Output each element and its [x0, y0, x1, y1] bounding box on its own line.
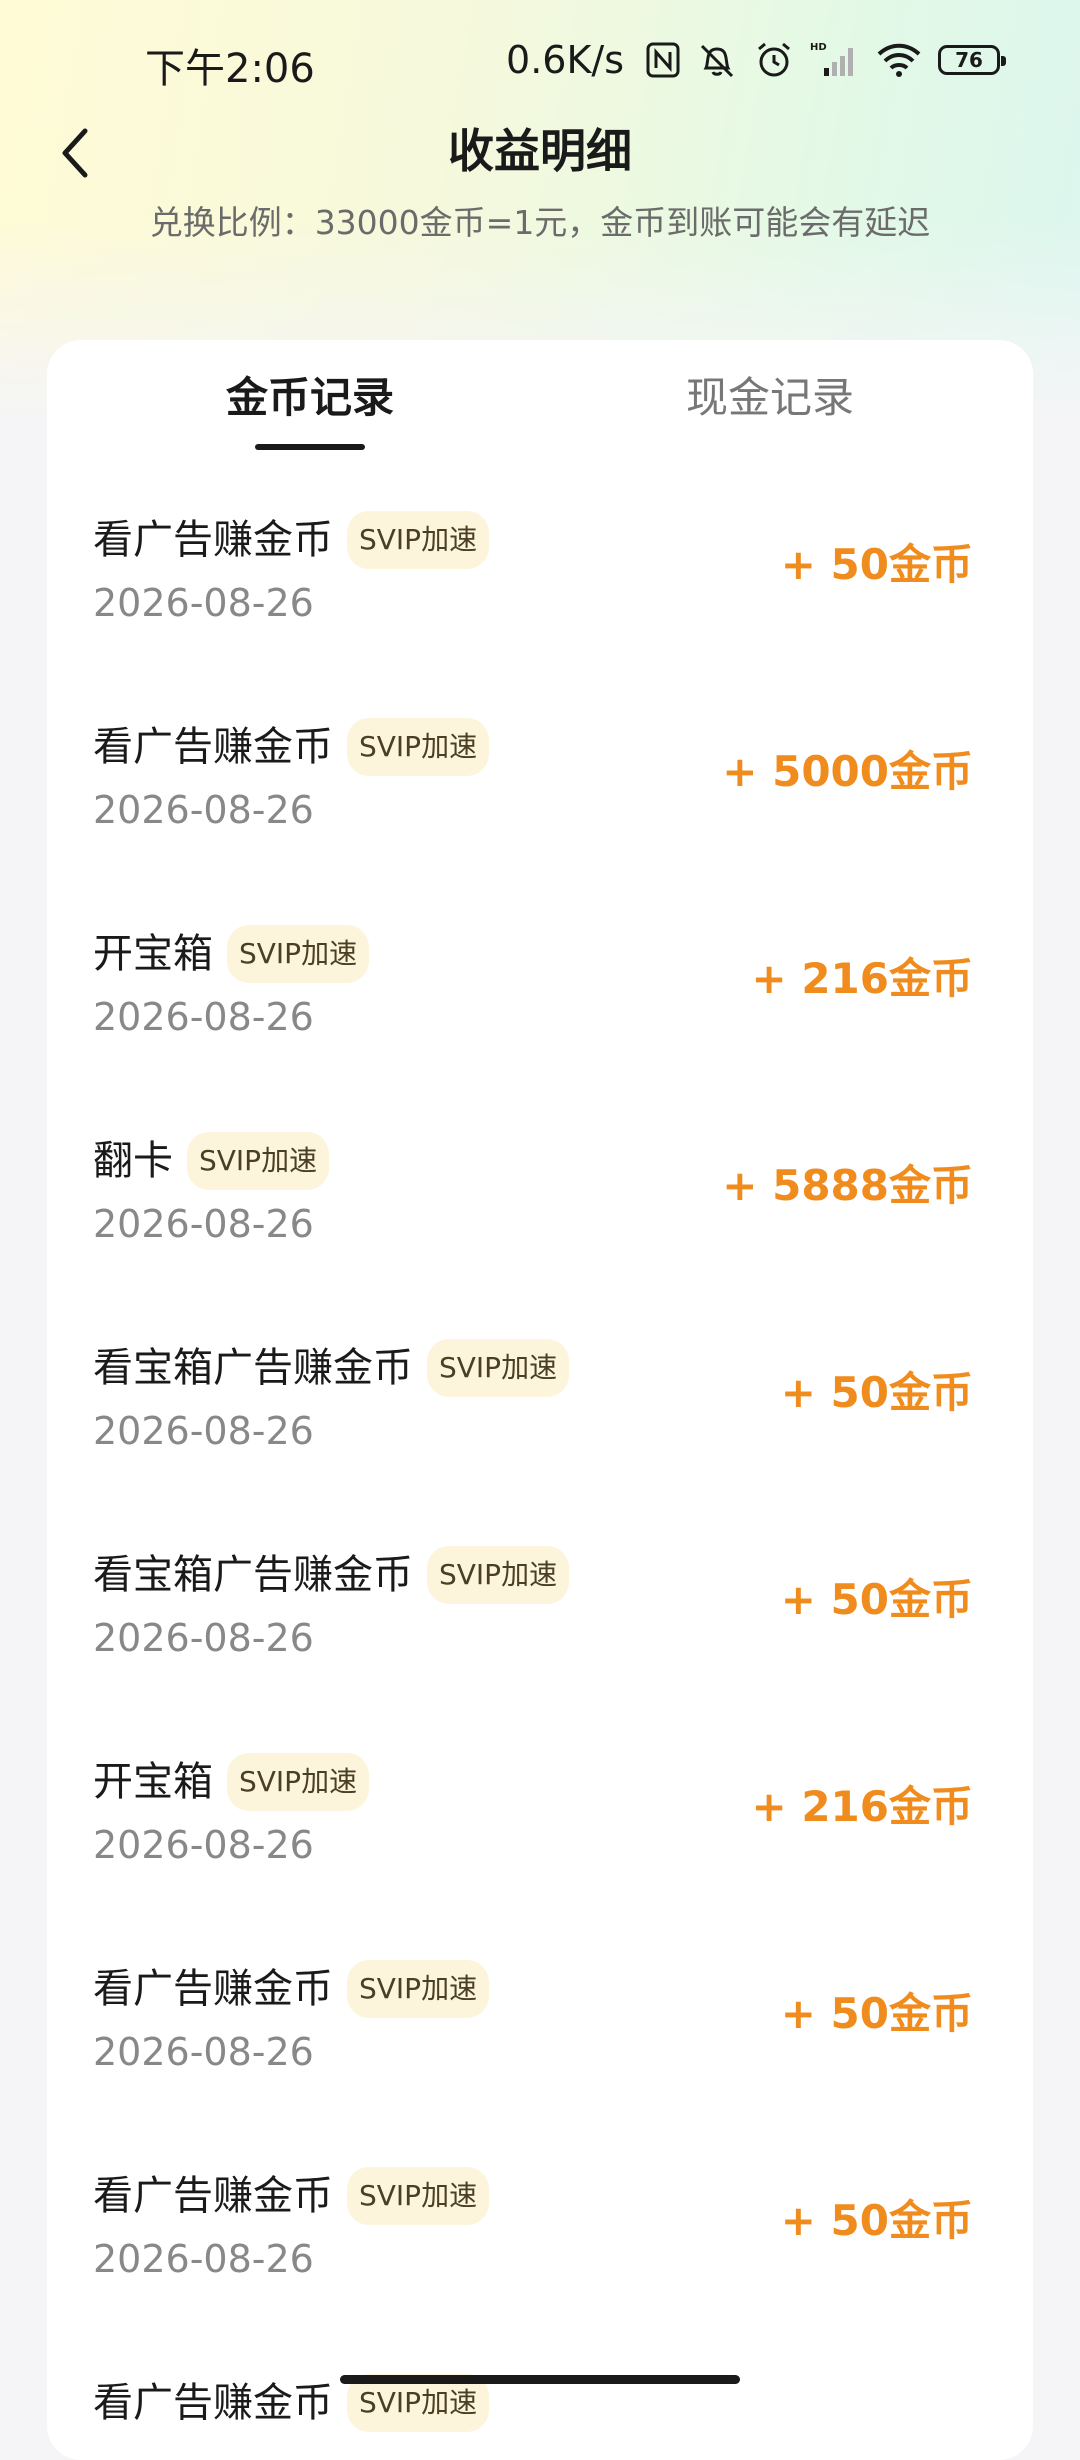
record-title: 看广告赚金币	[93, 724, 333, 770]
record-date: 2026-08-26	[93, 788, 314, 832]
record-title: 看宝箱广告赚金币	[93, 1552, 413, 1598]
record-title: 看广告赚金币	[93, 2173, 333, 2219]
record-amount: + 216金币	[751, 954, 974, 1003]
tab-cash-records[interactable]: 现金记录	[610, 368, 930, 428]
list-item[interactable]: 看广告赚金币 SVIP加速 2026-08-26 + 50金币	[47, 2131, 1033, 2338]
status-bar: 下午2:06 0.6K/s HD 76	[0, 0, 1080, 120]
svip-badge: SVIP加速	[347, 1960, 490, 2018]
status-icons: 0.6K/s HD 76	[506, 36, 1006, 84]
tab-coin-records[interactable]: 金币记录	[150, 368, 470, 428]
record-amount: + 50金币	[780, 540, 973, 589]
list-item[interactable]: 开宝箱 SVIP加速 2026-08-26 + 216金币	[47, 1717, 1033, 1924]
home-indicator[interactable]	[340, 2375, 740, 2384]
page-title: 收益明细	[448, 124, 632, 178]
tab-bar: 金币记录 现金记录	[47, 340, 1033, 475]
record-amount: + 5888金币	[722, 1161, 973, 1210]
list-item[interactable]: 看广告赚金币 SVIP加速 2026-08-26 + 50金币	[47, 1924, 1033, 2131]
signal-hd-label: HD	[810, 42, 827, 53]
record-amount: + 50金币	[780, 2196, 973, 2245]
record-title: 开宝箱	[93, 1759, 213, 1805]
svip-badge: SVIP加速	[347, 511, 490, 569]
record-amount: + 50金币	[780, 1989, 973, 2038]
mute-bell-icon	[696, 40, 738, 80]
battery-icon: 76	[938, 45, 1006, 75]
list-item[interactable]: 看广告赚金币 SVIP加速 2026-08-26 + 5000金币	[47, 682, 1033, 889]
record-title: 看广告赚金币	[93, 517, 333, 563]
svip-badge: SVIP加速	[227, 1753, 370, 1811]
record-amount: + 216金币	[751, 1782, 974, 1831]
alarm-icon	[754, 40, 794, 80]
record-date: 2026-08-26	[93, 1409, 314, 1453]
records-card: 金币记录 现金记录 看广告赚金币 SVIP加速 2026-08-26 + 50金…	[47, 340, 1033, 2460]
record-title: 开宝箱	[93, 931, 213, 977]
svip-badge: SVIP加速	[427, 1546, 570, 1604]
network-speed: 0.6K/s	[506, 38, 624, 82]
list-item[interactable]: 开宝箱 SVIP加速 2026-08-26 + 216金币	[47, 889, 1033, 1096]
active-tab-indicator	[255, 444, 365, 450]
svip-badge: SVIP加速	[347, 2167, 490, 2225]
record-date: 2026-08-26	[93, 2237, 314, 2281]
record-date: 2026-08-26	[93, 2030, 314, 2074]
list-item[interactable]: 看广告赚金币 SVIP加速 2026-08-26 + 50金币	[47, 475, 1033, 682]
record-amount: + 50金币	[780, 1368, 973, 1417]
record-title: 看广告赚金币	[93, 1966, 333, 2012]
svip-badge: SVIP加速	[187, 1132, 330, 1190]
status-time: 下午2:06	[145, 46, 315, 92]
record-date: 2026-08-26	[93, 1616, 314, 1660]
record-title: 看广告赚金币	[93, 2380, 333, 2426]
svip-badge: SVIP加速	[347, 718, 490, 776]
list-item[interactable]: 看宝箱广告赚金币 SVIP加速 2026-08-26 + 50金币	[47, 1510, 1033, 1717]
records-list: 看广告赚金币 SVIP加速 2026-08-26 + 50金币 看广告赚金币 S…	[47, 475, 1033, 2460]
list-item[interactable]: 看广告赚金币 SVIP加速	[47, 2338, 1033, 2460]
wifi-icon	[876, 42, 922, 78]
record-date: 2026-08-26	[93, 1823, 314, 1867]
record-date: 2026-08-26	[93, 995, 314, 1039]
record-date: 2026-08-26	[93, 581, 314, 625]
nfc-icon	[646, 42, 680, 78]
back-button[interactable]	[40, 118, 110, 188]
record-amount: + 50金币	[780, 1575, 973, 1624]
exchange-rate-note: 兑换比例：33000金币=1元，金币到账可能会有延迟	[149, 203, 931, 242]
svip-badge: SVIP加速	[427, 1339, 570, 1397]
list-item[interactable]: 看宝箱广告赚金币 SVIP加速 2026-08-26 + 50金币	[47, 1303, 1033, 1510]
svip-badge: SVIP加速	[227, 925, 370, 983]
list-item[interactable]: 翻卡 SVIP加速 2026-08-26 + 5888金币	[47, 1096, 1033, 1303]
cellular-signal-icon: HD	[810, 40, 860, 80]
chevron-left-icon	[62, 128, 88, 178]
record-amount: + 5000金币	[722, 747, 973, 796]
record-title: 翻卡	[93, 1138, 173, 1184]
record-title: 看宝箱广告赚金币	[93, 1345, 413, 1391]
record-date: 2026-08-26	[93, 1202, 314, 1246]
